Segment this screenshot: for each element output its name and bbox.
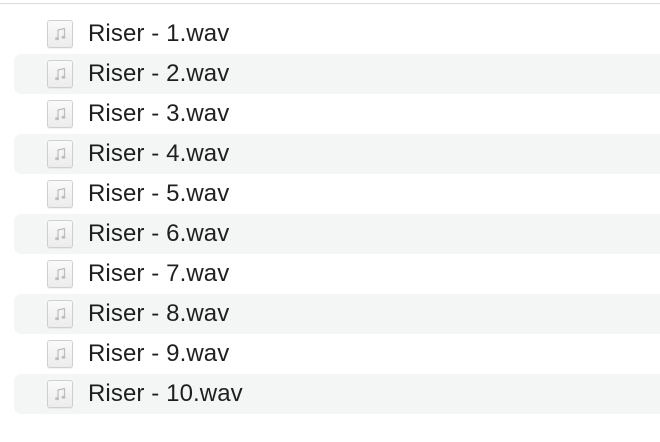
- audio-file-icon: [47, 180, 73, 208]
- file-row[interactable]: Riser - 6.wav: [14, 214, 660, 254]
- audio-file-icon: [47, 20, 73, 48]
- file-name: Riser - 6.wav: [88, 220, 230, 247]
- file-name: Riser - 4.wav: [88, 140, 230, 167]
- file-row[interactable]: Riser - 5.wav: [14, 174, 660, 214]
- audio-file-icon: [47, 220, 73, 248]
- file-name: Riser - 2.wav: [88, 60, 230, 87]
- file-name: Riser - 9.wav: [88, 340, 230, 367]
- file-name: Riser - 10.wav: [88, 380, 243, 407]
- file-row[interactable]: Riser - 1.wav: [14, 14, 660, 54]
- file-row[interactable]: Riser - 8.wav: [14, 294, 660, 334]
- file-row[interactable]: Riser - 9.wav: [14, 334, 660, 374]
- file-row[interactable]: Riser - 3.wav: [14, 94, 660, 134]
- audio-file-icon: [47, 260, 73, 288]
- audio-file-icon: [47, 140, 73, 168]
- file-row[interactable]: Riser - 10.wav: [14, 374, 660, 414]
- file-name: Riser - 5.wav: [88, 180, 230, 207]
- audio-file-icon: [47, 340, 73, 368]
- audio-file-icon: [47, 300, 73, 328]
- file-list: Riser - 1.wav Riser - 2.wav Riser - 3.wa…: [0, 14, 660, 414]
- file-name: Riser - 7.wav: [88, 260, 230, 287]
- audio-file-icon: [47, 100, 73, 128]
- file-name: Riser - 3.wav: [88, 100, 230, 127]
- audio-file-icon: [47, 380, 73, 408]
- audio-file-icon: [47, 60, 73, 88]
- file-row[interactable]: Riser - 7.wav: [14, 254, 660, 294]
- file-row[interactable]: Riser - 2.wav: [14, 54, 660, 94]
- header-divider: [0, 3, 660, 4]
- file-name: Riser - 8.wav: [88, 300, 230, 327]
- file-row[interactable]: Riser - 4.wav: [14, 134, 660, 174]
- file-name: Riser - 1.wav: [88, 20, 230, 47]
